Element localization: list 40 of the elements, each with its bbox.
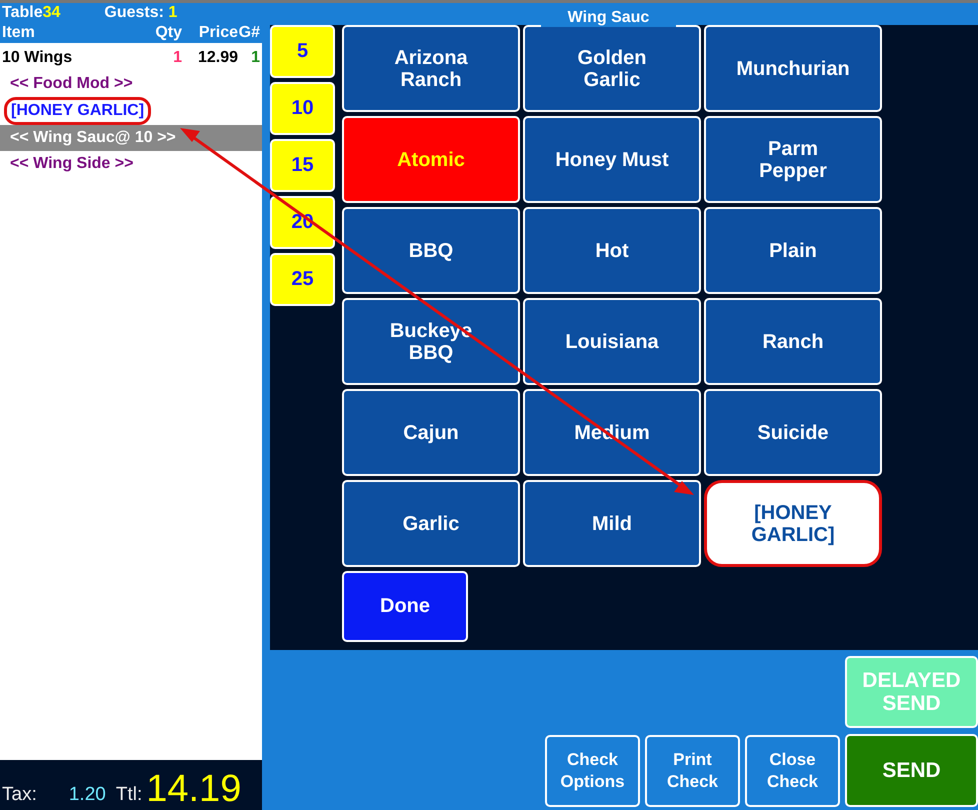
- total-label: Ttl:: [116, 784, 142, 807]
- column-header: Item: [2, 24, 36, 42]
- sauce-button[interactable]: Atomic: [342, 116, 520, 203]
- column-header: G#: [238, 24, 260, 42]
- send-button[interactable]: SEND: [845, 734, 978, 807]
- done-button[interactable]: Done: [342, 571, 468, 642]
- sauce-button[interactable]: Suicide: [704, 389, 882, 476]
- sauce-button[interactable]: Cajun: [342, 389, 520, 476]
- quantity-button[interactable]: 5: [270, 25, 335, 78]
- sauce-button[interactable]: Ranch: [704, 298, 882, 385]
- sauce-button[interactable]: Louisiana: [523, 298, 701, 385]
- sauce-button[interactable]: Arizona Ranch: [342, 25, 520, 112]
- quantity-button[interactable]: 15: [270, 139, 335, 192]
- guests-label: Guests: 1: [104, 4, 178, 22]
- sauce-button[interactable]: Parm Pepper: [704, 116, 882, 203]
- tax-label: Tax:: [2, 784, 37, 807]
- order-item-row[interactable]: 10 Wings 1 12.99 1: [0, 45, 262, 71]
- sauce-button[interactable]: [HONEY GARLIC]: [704, 480, 882, 567]
- column-header: Price: [198, 24, 238, 42]
- action-button[interactable]: Check Options: [545, 735, 640, 807]
- action-button[interactable]: Print Check: [645, 735, 740, 807]
- order-modifier-row[interactable]: << Food Mod >>: [0, 71, 262, 97]
- sauce-button[interactable]: Golden Garlic: [523, 25, 701, 112]
- column-header: Qty: [154, 24, 182, 42]
- sauce-button[interactable]: Garlic: [342, 480, 520, 567]
- sauce-button[interactable]: Hot: [523, 207, 701, 294]
- panel-title: Wing Sauc: [541, 9, 676, 27]
- action-button[interactable]: Close Check: [745, 735, 840, 807]
- total-value: 14.19: [146, 770, 242, 808]
- sauce-button[interactable]: BBQ: [342, 207, 520, 294]
- sauce-button[interactable]: Mild: [523, 480, 701, 567]
- quantity-button[interactable]: 10: [270, 82, 335, 135]
- tax-value: 1.20: [68, 784, 106, 807]
- table-label: Table34: [2, 4, 60, 22]
- sauce-button[interactable]: Plain: [704, 207, 882, 294]
- sauce-button[interactable]: Munchurian: [704, 25, 882, 112]
- order-modifier-row[interactable]: << Wing Sauc@ 10 >>: [0, 125, 262, 151]
- order-modifier-row[interactable]: << Wing Side >>: [0, 151, 262, 177]
- sauce-button[interactable]: Honey Must: [523, 116, 701, 203]
- quantity-button[interactable]: 25: [270, 253, 335, 306]
